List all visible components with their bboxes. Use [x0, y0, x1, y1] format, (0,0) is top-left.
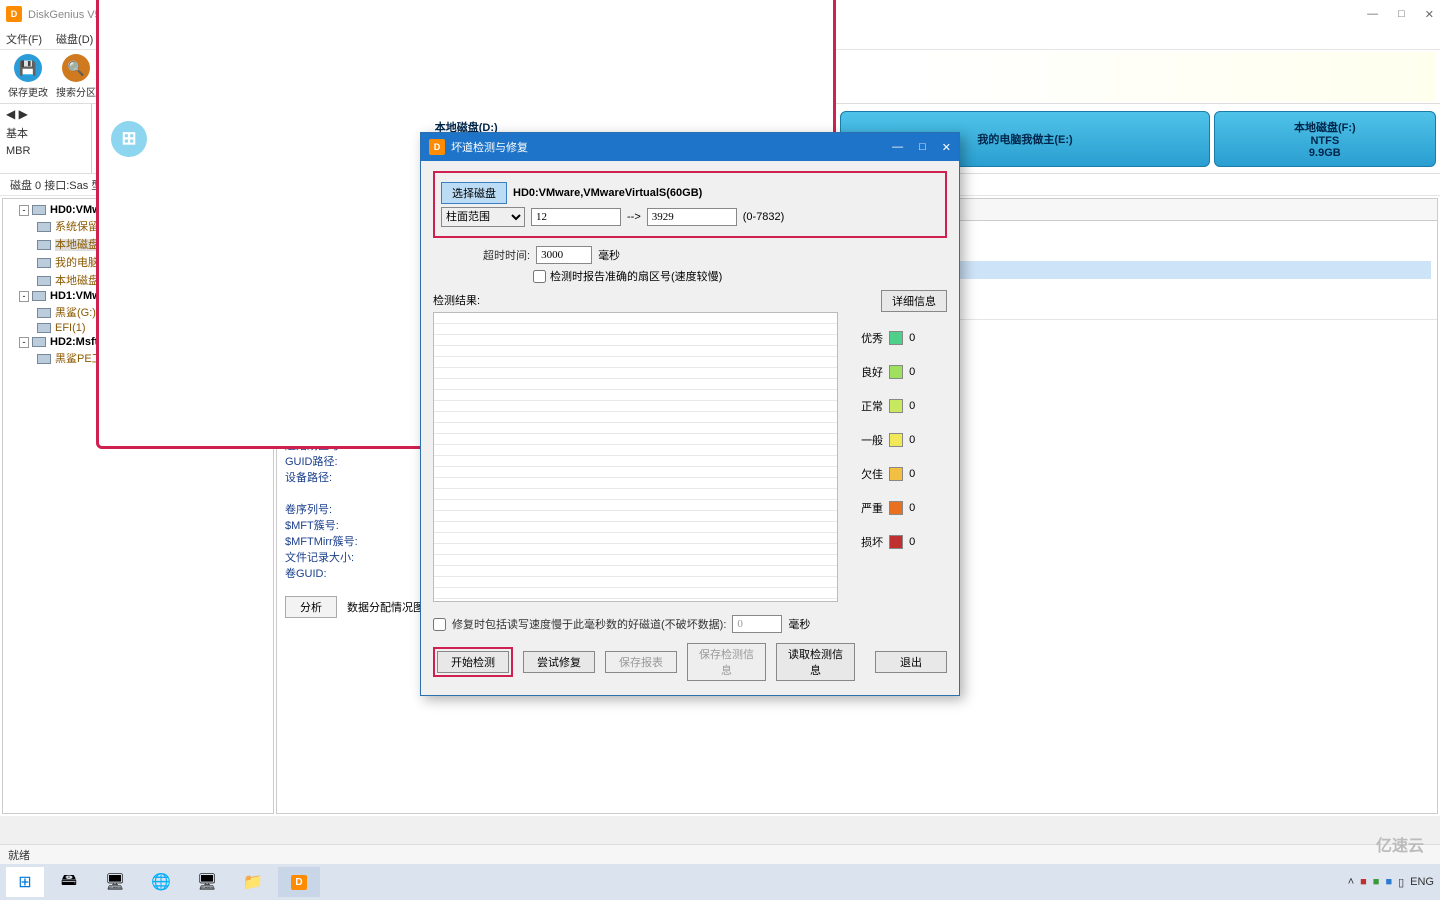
- menu-disk[interactable]: 磁盘(D): [56, 31, 93, 47]
- taskbar-app-2[interactable]: 🖥: [94, 867, 136, 897]
- dialog-icon: D: [429, 139, 445, 155]
- tree-vol-efi[interactable]: EFI(1): [55, 322, 86, 334]
- dialog-close-button[interactable]: ✕: [942, 141, 951, 154]
- analyze-button[interactable]: 分析: [285, 596, 337, 618]
- badtrack-dialog: D 坏道检测与修复 — □ ✕ 选择磁盘 HD0:VMware,VMwareVi…: [420, 132, 960, 696]
- exit-button[interactable]: 退出: [875, 651, 947, 673]
- dialog-minimize-button[interactable]: —: [892, 141, 903, 154]
- toolbar-1[interactable]: 🔍搜索分区: [52, 54, 100, 99]
- taskbar-app-3[interactable]: 🌐: [140, 867, 182, 897]
- menu-file[interactable]: 文件(F): [6, 31, 42, 47]
- timeout-input[interactable]: [536, 246, 592, 264]
- partition-bar-f[interactable]: 本地磁盘(F:) NTFS 9.9GB: [1214, 111, 1436, 167]
- select-disk-button[interactable]: 选择磁盘: [441, 182, 507, 204]
- tray-network-icon[interactable]: ▯: [1398, 876, 1404, 889]
- selected-disk-label: HD0:VMware,VMwareVirtualS(60GB): [513, 187, 702, 199]
- result-label: 检测结果:: [433, 295, 480, 307]
- load-scan-info-button[interactable]: 读取检测信息: [776, 643, 855, 681]
- save-report-button: 保存报表: [605, 651, 677, 673]
- legend: 优秀0 良好0 正常0 一般0 欠佳0 严重0 损坏0: [861, 312, 915, 568]
- watermark: 亿速云: [1376, 832, 1424, 856]
- accurate-sector-checkbox[interactable]: [533, 270, 546, 283]
- taskbar-app-5[interactable]: 📁: [232, 867, 274, 897]
- status-bar: 就绪: [0, 844, 1440, 864]
- start-scan-button[interactable]: 开始检测: [437, 651, 509, 673]
- legend-严重: 严重0: [861, 500, 915, 516]
- nav-mbr: MBR: [6, 145, 85, 157]
- taskbar-app-1[interactable]: 🖴: [48, 867, 90, 897]
- tray-ime[interactable]: ENG: [1410, 876, 1434, 888]
- tray-icon-2[interactable]: ■: [1373, 876, 1380, 888]
- maximize-button[interactable]: □: [1398, 8, 1405, 21]
- timeout-label: 超时时间:: [483, 247, 530, 263]
- repair-slow-checkbox[interactable]: [433, 618, 446, 631]
- nav-arrows[interactable]: ◀ ▶: [6, 107, 85, 121]
- disk-select-group: 选择磁盘 HD0:VMware,VMwareVirtualS(60GB) 柱面范…: [433, 171, 947, 238]
- taskbar-app-4[interactable]: 🖥: [186, 867, 228, 897]
- repair-ms-input[interactable]: [732, 615, 782, 633]
- dialog-maximize-button[interactable]: □: [919, 141, 926, 154]
- dialog-title: 坏道检测与修复: [451, 139, 528, 155]
- app-icon: D: [6, 6, 22, 22]
- nav-basic: 基本: [6, 125, 85, 141]
- cylinder-to-input[interactable]: [647, 208, 737, 226]
- taskbar-diskgenius[interactable]: D: [278, 867, 320, 897]
- windows-icon: ⊞: [111, 121, 147, 157]
- taskbar[interactable]: ⊞ 🖴 🖥 🌐 🖥 📁 D ˄ ■ ■ ■ ▯ ENG: [0, 864, 1440, 900]
- legend-一般: 一般0: [861, 432, 915, 448]
- accurate-sector-label: 检测时报告准确的扇区号(速度较慢): [550, 268, 722, 284]
- save-scan-info-button: 保存检测信息: [687, 643, 766, 681]
- legend-正常: 正常0: [861, 398, 915, 414]
- cylinder-range-hint: (0-7832): [743, 211, 785, 223]
- close-button[interactable]: ✕: [1425, 8, 1434, 21]
- data-distribution-label: 数据分配情况图: [347, 599, 424, 615]
- toolbar-0[interactable]: 💾保存更改: [4, 54, 52, 99]
- tray-icon-3[interactable]: ■: [1385, 876, 1392, 888]
- legend-损坏: 损坏0: [861, 534, 915, 550]
- try-repair-button[interactable]: 尝试修复: [523, 651, 595, 673]
- cylinder-range-select[interactable]: 柱面范围: [441, 207, 525, 227]
- start-button[interactable]: ⊞: [6, 867, 44, 897]
- tree-vol-g[interactable]: 黑鲨(G:): [55, 307, 96, 319]
- cylinder-from-input[interactable]: [531, 208, 621, 226]
- scan-grid: [433, 312, 838, 602]
- minimize-button[interactable]: —: [1367, 8, 1378, 21]
- legend-优秀: 优秀0: [861, 330, 915, 346]
- tray-icon-1[interactable]: ■: [1360, 876, 1367, 888]
- dialog-titlebar[interactable]: D 坏道检测与修复 — □ ✕: [421, 133, 959, 161]
- tray-chevron-icon[interactable]: ˄: [1348, 876, 1354, 888]
- detail-info-button[interactable]: 详细信息: [881, 290, 947, 312]
- legend-良好: 良好0: [861, 364, 915, 380]
- legend-欠佳: 欠佳0: [861, 466, 915, 482]
- repair-slow-label: 修复时包括读写速度慢于此毫秒数的好磁道(不破坏数据):: [452, 616, 726, 632]
